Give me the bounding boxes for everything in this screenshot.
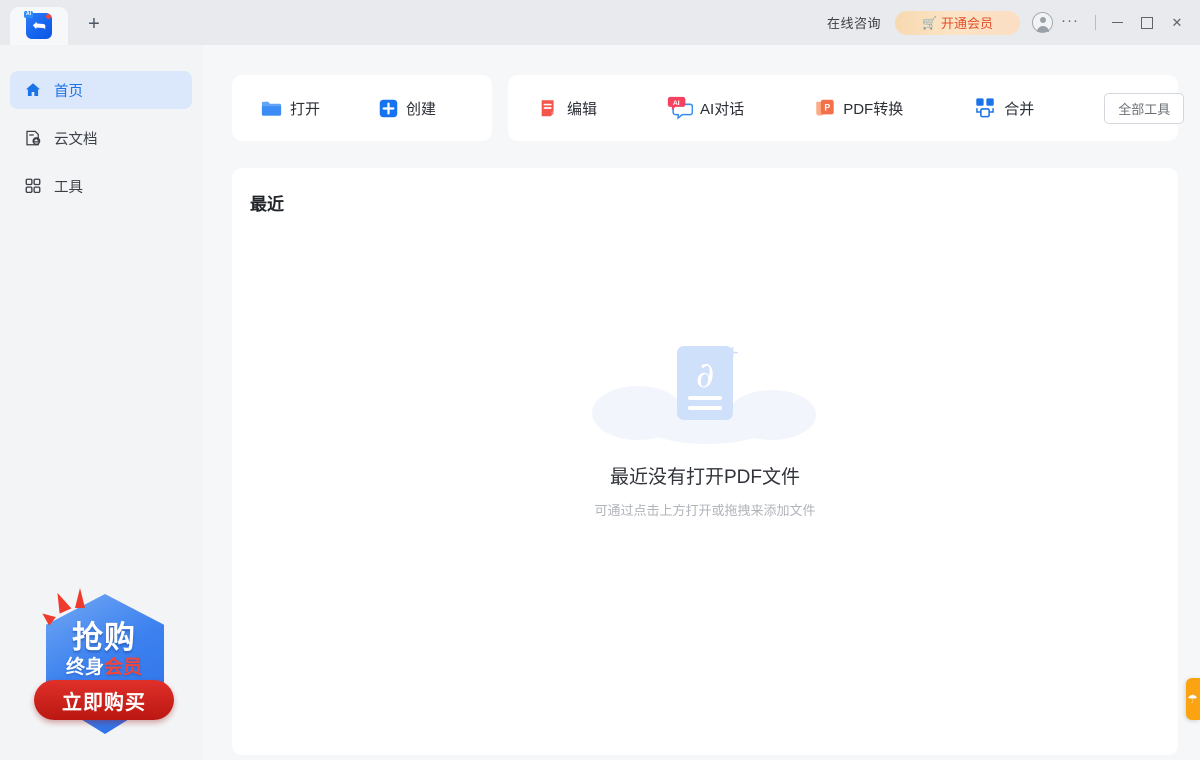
promo-subline: 终身会员	[28, 652, 180, 679]
promo-spark-icon	[75, 588, 85, 608]
toolbar-create-label: 创建	[406, 98, 436, 119]
toolbar-ai-chat-label: AI对话	[700, 98, 744, 119]
recent-files-panel: 最近 ∂ + 最近没有打开PDF文件 可通过点击上方打开或拖拽来添加文件	[232, 168, 1178, 755]
toolbar-open-button[interactable]: 打开	[260, 97, 320, 120]
sidebar-item-home-label: 首页	[54, 80, 83, 101]
toolbar-pdf-convert-label: PDF转换	[843, 98, 903, 119]
tab-strip: ➦ AI +	[0, 0, 114, 45]
empty-state-subtitle: 可通过点击上方打开或拖拽来添加文件	[594, 500, 815, 519]
open-membership-button[interactable]: 🛒 开通会员	[895, 11, 1020, 35]
pdf-line	[688, 396, 722, 400]
toolbar-ai-chat-button[interactable]: AI AI对话	[667, 96, 744, 120]
more-menu-icon[interactable]: ···	[1053, 12, 1089, 33]
app-logo-icon: ➦ AI	[26, 13, 52, 39]
merge-squares-icon	[973, 97, 997, 119]
pdf-convert-icon: P	[814, 97, 836, 119]
shield-security-icon: ☂	[1187, 692, 1198, 706]
close-button[interactable]: ✕	[1162, 9, 1192, 37]
new-tab-button[interactable]: +	[74, 5, 114, 43]
promo-buy-now-button[interactable]: 立即购买	[34, 680, 174, 720]
sidebar-item-home[interactable]: 首页	[10, 71, 192, 109]
toolbar-card-file: 打开 创建	[232, 75, 492, 141]
minimize-button[interactable]	[1102, 9, 1132, 37]
ai-chat-icon: AI	[667, 96, 693, 120]
promo-badge[interactable]: 抢购 终身会员 立即购买	[28, 584, 180, 752]
all-tools-button[interactable]: 全部工具	[1104, 93, 1184, 124]
edit-document-icon	[538, 97, 560, 119]
online-consult-link[interactable]: 在线咨询	[813, 13, 895, 32]
recent-section-title: 最近	[250, 190, 284, 215]
toolbar-edit-button[interactable]: 编辑	[538, 97, 597, 119]
shopping-cart-icon: 🛒	[922, 16, 937, 30]
home-icon	[24, 81, 42, 99]
toolbar-card-features: 编辑 AI AI对话 P	[508, 75, 1178, 141]
plus-square-icon	[378, 98, 399, 119]
app-logo-glyph: ➦	[31, 17, 46, 35]
promo-subline-highlight: 会员	[104, 657, 142, 678]
app-logo-notification-dot	[46, 14, 51, 19]
sidebar-item-cloud-docs[interactable]: 云文档	[10, 119, 192, 157]
app-tab[interactable]: ➦ AI	[10, 7, 68, 45]
toolbar-open-label: 打开	[290, 98, 320, 119]
promo-spark-icon	[51, 590, 71, 614]
plus-icon: +	[723, 343, 742, 362]
toolbar-merge-button[interactable]: 合并	[973, 97, 1034, 119]
toolbar-create-button[interactable]: 创建	[378, 98, 436, 119]
empty-state-title: 最近没有打开PDF文件	[610, 462, 800, 489]
sidebar-item-tools[interactable]: 工具	[10, 167, 192, 205]
titlebar-right-controls: 在线咨询 🛒 开通会员 ··· ✕	[813, 0, 1200, 45]
maximize-button[interactable]	[1132, 9, 1162, 37]
sidebar-item-tools-label: 工具	[54, 176, 83, 197]
pdf-line	[688, 406, 722, 410]
cloud-document-icon	[24, 129, 42, 147]
sidebar-item-cloud-docs-label: 云文档	[54, 128, 98, 149]
svg-text:P: P	[825, 102, 831, 112]
svg-text:AI: AI	[673, 100, 680, 107]
pdf-add-file-icon: ∂ +	[590, 338, 820, 448]
promo-headline: 抢购	[28, 612, 180, 657]
empty-state: ∂ + 最近没有打开PDF文件 可通过点击上方打开或拖拽来添加文件	[232, 338, 1178, 519]
titlebar-divider	[1095, 15, 1096, 30]
sidebar: 首页 云文档 工具 抢购 终身会员	[0, 45, 202, 760]
toolbar-row: 打开 创建 编辑	[232, 75, 1178, 141]
user-avatar-icon[interactable]	[1032, 12, 1053, 33]
toolbar-pdf-convert-button[interactable]: P PDF转换	[814, 97, 903, 119]
app-logo-ai-badge: AI	[24, 11, 33, 18]
open-membership-label: 开通会员	[941, 13, 993, 32]
security-side-widget[interactable]: ☂	[1186, 678, 1200, 720]
promo-subline-prefix: 终身	[66, 657, 104, 678]
pdf-glyph: ∂	[696, 358, 715, 394]
folder-open-icon	[260, 97, 283, 120]
toolbar-merge-label: 合并	[1004, 98, 1034, 119]
grid-tools-icon	[24, 177, 42, 195]
main-area: 打开 创建 编辑	[202, 45, 1200, 760]
toolbar-edit-label: 编辑	[567, 98, 597, 119]
title-bar: ➦ AI + 在线咨询 🛒 开通会员 ··· ✕	[0, 0, 1200, 45]
